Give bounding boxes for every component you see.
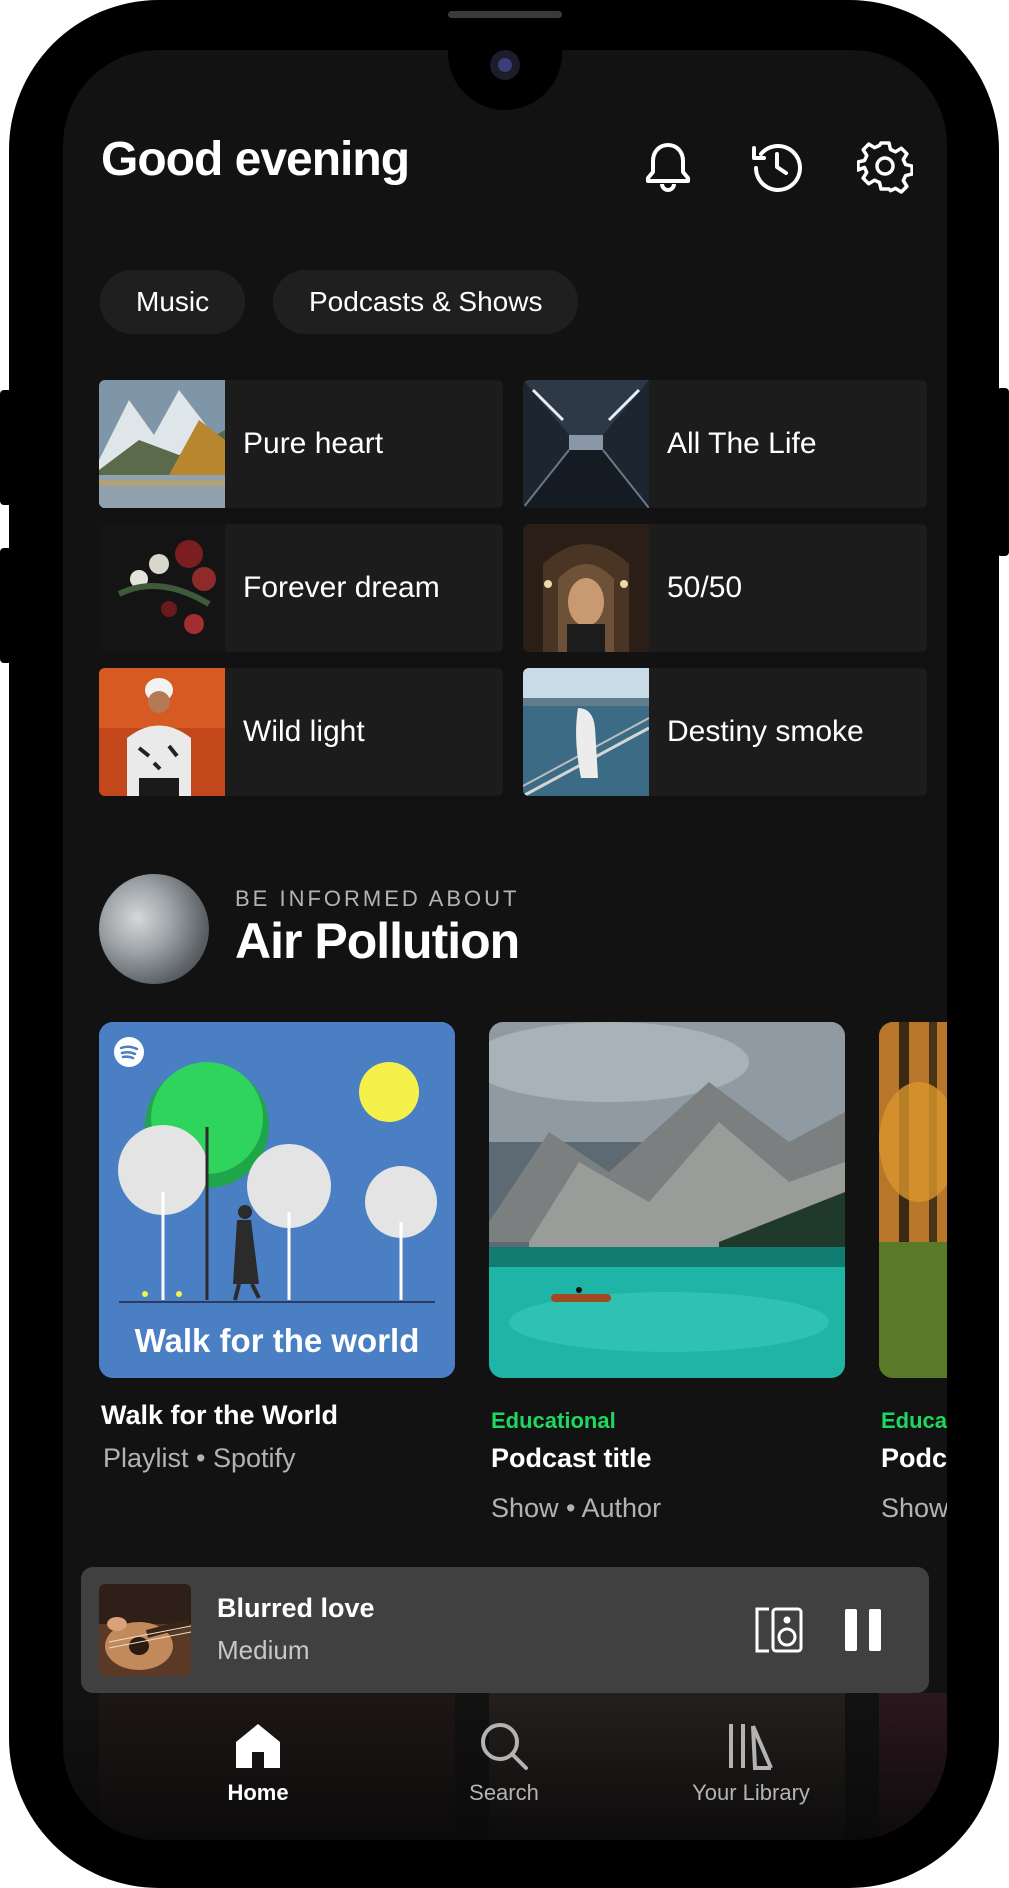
wild-light-cover: [99, 668, 225, 796]
library-icon: [729, 1724, 773, 1770]
walk-illustration: Walk for the world: [99, 1022, 455, 1378]
nav-library[interactable]: Your Library: [661, 1720, 841, 1806]
card-cover-lake[interactable]: [489, 1022, 845, 1378]
bell-icon[interactable]: [640, 138, 696, 194]
card-cover-forest[interactable]: [879, 1022, 947, 1378]
shortcut-tile[interactable]: 50/50: [523, 524, 927, 652]
side-button-left-1: [0, 390, 12, 505]
shortcut-tile[interactable]: All The Life: [523, 380, 927, 508]
shortcut-tile[interactable]: Destiny smoke: [523, 668, 927, 796]
card-subtitle: Playlist • Spotify: [103, 1443, 296, 1473]
shortcut-label: 50/50: [667, 571, 743, 604]
side-button-right: [997, 388, 1009, 556]
nav-search[interactable]: Search: [414, 1720, 594, 1806]
card-subtitle: Show • Author: [491, 1493, 662, 1523]
card-subtitle: Show: [881, 1493, 947, 1523]
phone-speaker: [448, 11, 562, 18]
card-category-tag: Educa: [881, 1408, 947, 1433]
pure-heart-cover: [99, 380, 225, 508]
pause-icon[interactable]: [843, 1607, 883, 1653]
player-track-title: Blurred love: [217, 1593, 375, 1623]
card-cover-walk[interactable]: Walk for the world: [99, 1022, 455, 1378]
shortcut-label: Wild light: [243, 715, 365, 748]
shortcut-label: Forever dream: [243, 571, 440, 604]
mini-player[interactable]: Blurred love Medium: [81, 1567, 929, 1693]
player-track-subtitle: Medium: [217, 1635, 310, 1665]
card-title[interactable]: Podc: [881, 1443, 947, 1474]
card-art-text: Walk for the world: [135, 1322, 420, 1359]
autumn-forest-image: [879, 1022, 947, 1378]
filter-chip-music[interactable]: Music: [100, 270, 246, 334]
shortcut-label: Destiny smoke: [667, 715, 864, 748]
card-title[interactable]: Walk for the World: [101, 1400, 338, 1431]
shortcut-label: Pure heart: [243, 427, 384, 460]
shortcut-tile[interactable]: Pure heart: [99, 380, 503, 508]
shortcut-tile[interactable]: Wild light: [99, 668, 503, 796]
filter-chip-podcasts[interactable]: Podcasts & Shows: [273, 270, 579, 334]
nav-label: Search: [469, 1780, 539, 1805]
history-icon[interactable]: [749, 138, 805, 194]
shortcut-tile[interactable]: Forever dream: [99, 524, 503, 652]
front-camera: [490, 50, 520, 80]
nav-label: Home: [227, 1780, 289, 1805]
section-title: Air Pollution: [235, 913, 520, 969]
home-icon: [236, 1724, 280, 1768]
section-avatar: [99, 874, 209, 984]
destiny-smoke-cover: [523, 668, 649, 796]
card-category-tag: Educational: [491, 1408, 616, 1433]
lake-mountain-image: [489, 1022, 845, 1378]
card-title[interactable]: Podcast title: [491, 1443, 652, 1474]
side-button-left-2: [0, 548, 12, 663]
guitar-cover-image: [99, 1584, 191, 1676]
app-screen: Good evening Music Podcasts & Shows Pure…: [63, 50, 947, 1840]
nav-label: Your Library: [692, 1780, 810, 1805]
speaker-device-icon[interactable]: [753, 1605, 805, 1655]
forever-dream-cover: [99, 524, 225, 652]
player-cover: [99, 1584, 191, 1676]
fifty-fifty-cover: [523, 524, 649, 652]
search-icon: [481, 1723, 528, 1770]
page-title: Good evening: [101, 133, 410, 186]
gear-icon[interactable]: [857, 138, 913, 194]
all-the-life-cover: [523, 380, 649, 508]
shortcut-label: All The Life: [667, 427, 817, 460]
section-kicker: BE INFORMED ABOUT: [235, 886, 520, 911]
nav-home[interactable]: Home: [168, 1720, 348, 1806]
